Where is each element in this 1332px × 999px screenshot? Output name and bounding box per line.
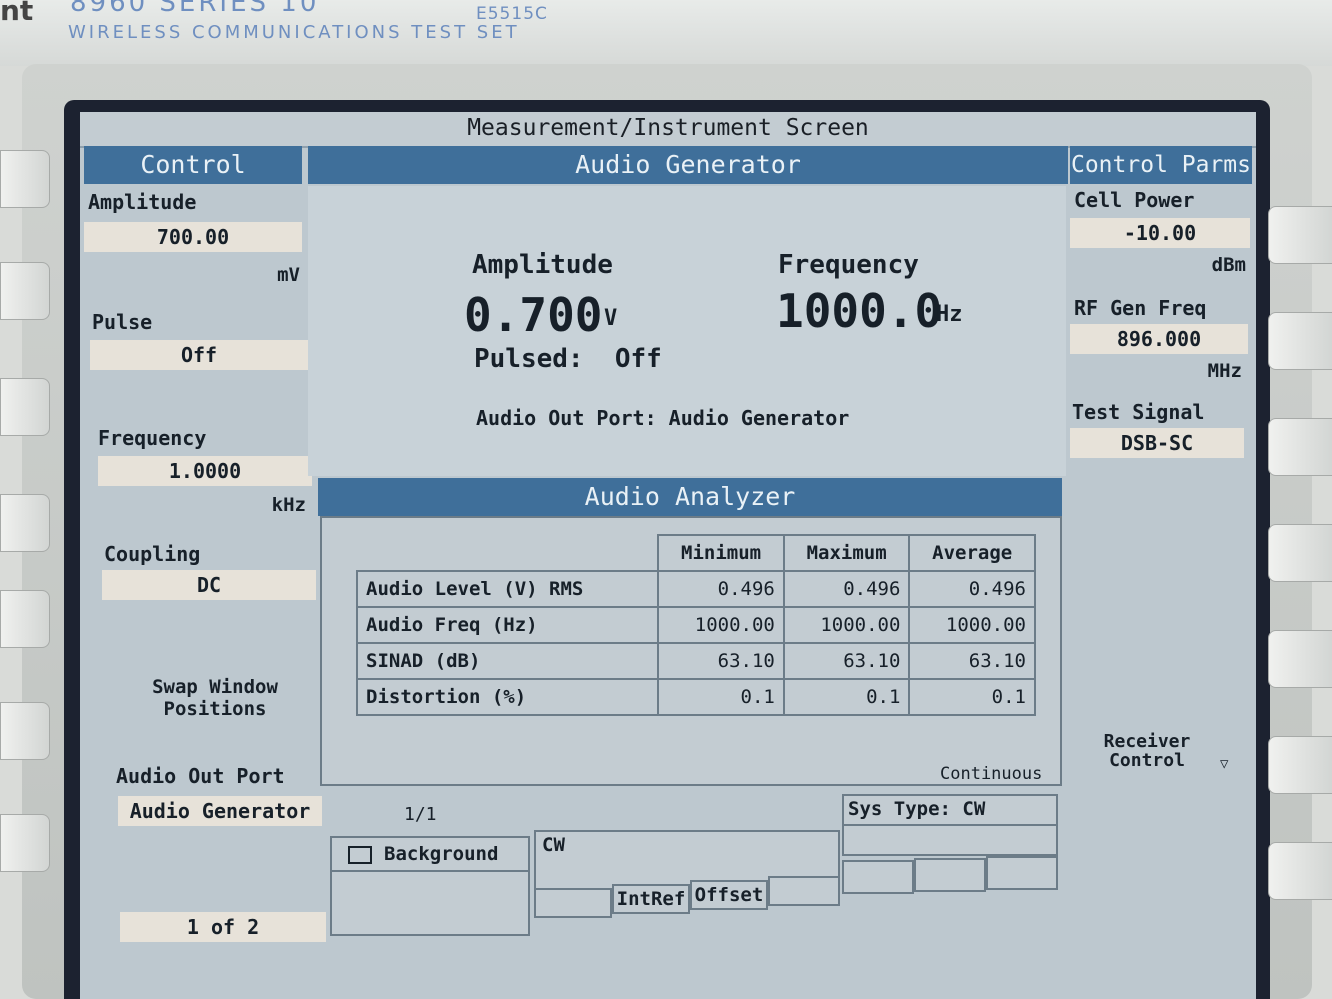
softkey-left-5[interactable] (0, 590, 50, 648)
softkey-right-2[interactable] (1268, 312, 1332, 370)
sys-type-label: Sys Type: CW (848, 798, 986, 820)
softkey-left-4[interactable] (0, 494, 50, 552)
offset-indicator: Offset (690, 880, 768, 910)
status-slot-4 (842, 860, 914, 894)
softkey-left-6[interactable] (0, 702, 50, 760)
row-max: 63.10 (782, 642, 911, 680)
row-name: Distortion (%) (355, 678, 660, 716)
control-frequency-label: Frequency (98, 426, 207, 450)
analyzer-results-table: Minimum Maximum Average Audio Level (V) … (355, 534, 1036, 716)
chevron-down-icon: ▽ (1220, 756, 1229, 772)
status-slot-2 (768, 876, 840, 906)
row-name: SINAD (dB) (355, 642, 660, 680)
row-max: 0.1 (782, 678, 911, 716)
row-max: 0.496 (782, 570, 911, 608)
test-signal-label: Test Signal (1072, 400, 1205, 424)
control-pulse-value[interactable]: Off (90, 340, 308, 370)
column-minimum: Minimum (657, 534, 785, 572)
audio-generator-header: Audio Generator (308, 146, 1068, 184)
test-signal-value[interactable]: DSB-SC (1070, 428, 1244, 458)
control-audio-out-value[interactable]: Audio Generator (118, 796, 322, 826)
window-icon (348, 846, 372, 864)
instrument-subtitle: WIRELESS COMMUNICATIONS TEST SET (68, 22, 520, 43)
gen-amplitude-label: Amplitude (472, 250, 613, 280)
row-min: 63.10 (657, 642, 785, 680)
table-row: Distortion (%) 0.1 0.1 0.1 (355, 678, 1036, 716)
row-name: Audio Level (V) RMS (355, 570, 660, 608)
row-avg: 1000.00 (908, 606, 1036, 644)
status-slot-6 (986, 856, 1058, 890)
control-frequency-value[interactable]: 1.0000 (98, 456, 312, 486)
screen-title: Measurement/Instrument Screen (80, 112, 1256, 148)
rf-gen-freq-value[interactable]: 896.000 (1070, 324, 1248, 354)
status-slot-3 (842, 824, 1058, 856)
gen-amplitude-value: 0.700 (464, 288, 603, 342)
softkey-right-5[interactable] (1268, 630, 1332, 688)
column-average: Average (908, 534, 1036, 572)
intref-indicator: IntRef (612, 884, 690, 914)
table-row: SINAD (dB) 63.10 63.10 63.10 (355, 642, 1036, 680)
control-audio-out-label: Audio Out Port (116, 764, 285, 788)
control-pulse-label: Pulse (92, 310, 153, 334)
gen-frequency-unit: Hz (936, 302, 963, 327)
control-header: Control (84, 146, 302, 184)
series-label: 8960 SERIES 10 (70, 0, 320, 18)
status-slot-5 (914, 858, 986, 892)
gen-audio-out-port: Audio Out Port: Audio Generator (476, 406, 850, 430)
softkey-left-3[interactable] (0, 378, 50, 436)
gen-frequency-value: 1000.0 (776, 284, 943, 338)
model-label: E5515C (476, 4, 548, 24)
status-slot-1 (534, 888, 612, 918)
sys-type: Sys Type: CW (842, 794, 1058, 826)
cell-power-label: Cell Power (1074, 188, 1195, 212)
softkey-right-6[interactable] (1268, 736, 1332, 794)
rf-gen-freq-label: RF Gen Freq (1074, 296, 1207, 320)
row-min: 1000.00 (657, 606, 785, 644)
receiver-control-button[interactable]: Receiver Control (1080, 732, 1214, 770)
brand-logo: nt (0, 0, 34, 27)
control-amplitude-label: Amplitude (88, 190, 197, 214)
control-coupling-value[interactable]: DC (102, 570, 316, 600)
row-max: 1000.00 (782, 606, 911, 644)
audio-generator-panel (308, 186, 1066, 476)
softkey-left-7[interactable] (0, 814, 50, 872)
control-amplitude-unit: mV (277, 264, 300, 286)
swap-window-positions-button[interactable]: Swap Window Positions (110, 676, 320, 720)
rf-gen-freq-unit: MHz (1207, 360, 1242, 382)
gen-pulsed-status: Pulsed: Off (474, 344, 662, 374)
column-maximum: Maximum (782, 534, 911, 572)
softkey-right-7[interactable] (1268, 842, 1332, 900)
control-amplitude-value[interactable]: 700.00 (84, 222, 302, 252)
table-header-row: Minimum Maximum Average (357, 534, 1036, 572)
softkey-left-1[interactable] (0, 150, 50, 208)
softkey-right-1[interactable] (1268, 206, 1332, 264)
gen-frequency-label: Frequency (778, 250, 919, 280)
operating-mode-label: CW (542, 834, 565, 856)
gen-amplitude-unit: V (604, 306, 618, 331)
instrument-bezel: nt 8960 SERIES 10 E5515C WIRELESS COMMUN… (0, 0, 1332, 66)
table-row: Audio Freq (Hz) 1000.00 1000.00 1000.00 (355, 606, 1036, 644)
table-row: Audio Level (V) RMS 0.496 0.496 0.496 (355, 570, 1036, 608)
background-label: Background (384, 843, 499, 865)
cell-power-unit: dBm (1211, 254, 1246, 276)
audio-analyzer-header: Audio Analyzer (318, 478, 1062, 516)
status-empty-left (330, 870, 530, 936)
control-frequency-unit: kHz (271, 494, 306, 516)
row-avg: 0.496 (908, 570, 1036, 608)
softkey-left-2[interactable] (0, 262, 50, 320)
control-coupling-label: Coupling (104, 542, 201, 566)
row-name: Audio Freq (Hz) (355, 606, 660, 644)
measurement-mode: Continuous (940, 764, 1043, 784)
softkey-right-3[interactable] (1268, 418, 1332, 476)
softkey-right-4[interactable] (1268, 524, 1332, 582)
analyzer-page-indicator: 1/1 (404, 804, 437, 825)
table-corner (357, 535, 658, 571)
control-page-indicator[interactable]: 1 of 2 (120, 912, 326, 942)
row-min: 0.496 (657, 570, 785, 608)
row-avg: 63.10 (908, 642, 1036, 680)
cell-power-value[interactable]: -10.00 (1070, 218, 1250, 248)
row-avg: 0.1 (908, 678, 1036, 716)
row-min: 0.1 (657, 678, 785, 716)
control-parms-header: Control Parms (1070, 146, 1252, 184)
